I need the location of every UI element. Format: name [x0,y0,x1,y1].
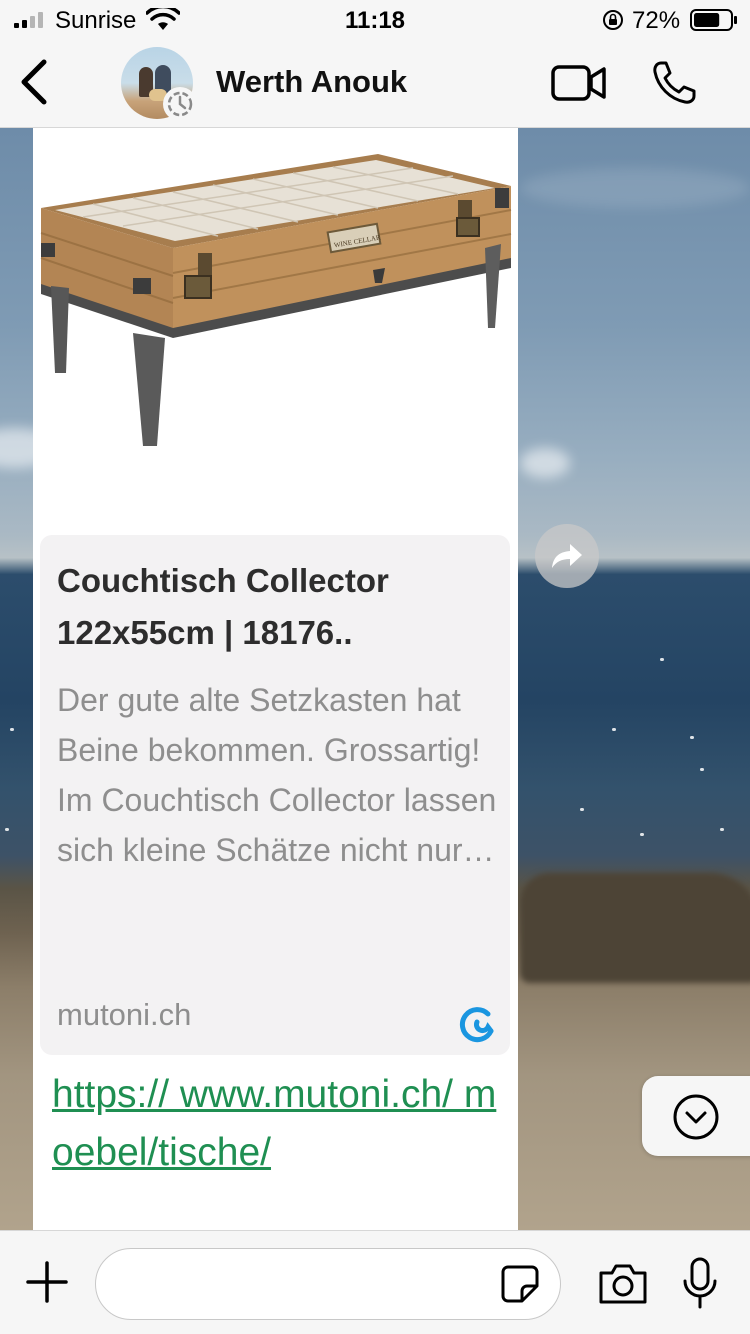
plus-icon[interactable] [24,1259,70,1305]
sticker-icon[interactable] [500,1264,540,1304]
preview-domain: mutoni.ch [57,997,192,1032]
back-icon[interactable] [12,54,56,110]
contact-name[interactable]: Werth Anouk [216,64,407,100]
link-preview-card[interactable]: Couchtisch Collector 122x55cm | 18176.. … [40,535,510,1055]
battery-icon [690,9,737,31]
status-bar: Sunrise 11:18 72% [0,0,750,40]
video-call-icon[interactable] [551,64,607,102]
preview-description: Der gute alte Setzkasten hat Beine bekom… [57,682,497,868]
chat-header: Werth Anouk [0,40,750,128]
message-bubble[interactable]: WINE CELLAR Couchtisch Collector 122x55c… [33,128,518,1230]
forward-icon [552,544,582,568]
product-image[interactable]: WINE CELLAR [33,128,518,533]
chevron-down-icon [673,1094,719,1140]
site-logo-icon [459,1007,494,1043]
phone-icon[interactable] [651,60,697,106]
message-link[interactable]: https:// www.mutoni.ch/ moebel/tische/ [52,1066,512,1182]
forward-button[interactable] [535,524,599,588]
microphone-icon[interactable] [682,1257,718,1309]
preview-title: Couchtisch Collector 122x55cm | 18176.. [57,562,389,651]
scroll-to-bottom-button[interactable] [642,1076,750,1156]
camera-icon[interactable] [597,1263,649,1305]
battery-percent: 72% [632,7,681,34]
message-input[interactable] [95,1248,561,1320]
orientation-lock-icon [603,10,623,30]
message-input-bar [0,1230,750,1334]
status-update-icon [163,87,197,121]
